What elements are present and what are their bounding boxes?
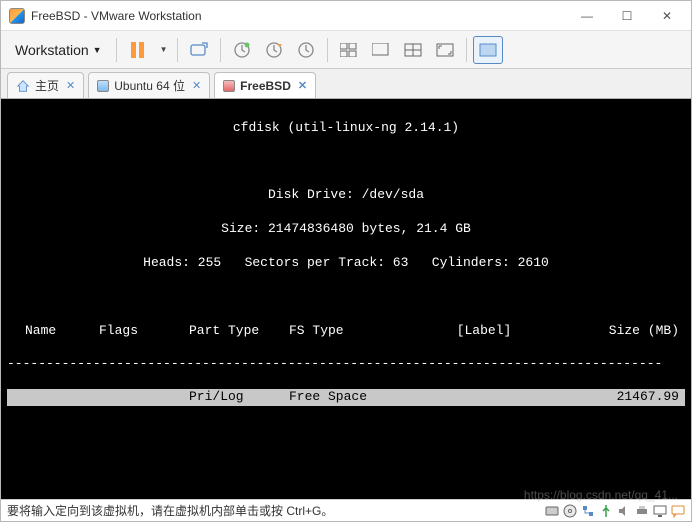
display-icon[interactable]	[653, 504, 667, 518]
titlebar: FreeBSD - VMware Workstation — ☐ ✕	[1, 1, 691, 31]
blank-line	[7, 289, 685, 306]
tab-label: 主页	[35, 77, 59, 94]
toolbar: Workstation ▼ ▼	[1, 31, 691, 69]
usb-icon[interactable]	[599, 504, 613, 518]
col-parttype: Part Type	[189, 323, 289, 340]
tabbar: 主页 ✕ Ubuntu 64 位 ✕ FreeBSD ✕	[1, 69, 691, 99]
console-icon	[372, 43, 390, 57]
view-thumbnails-button[interactable]	[334, 36, 364, 64]
message-icon[interactable]	[671, 504, 685, 518]
minimize-button[interactable]: —	[567, 2, 607, 30]
blank-line	[7, 154, 685, 171]
toolbar-separator	[177, 38, 178, 62]
network-icon[interactable]	[581, 504, 595, 518]
table-header: NameFlagsPart TypeFS Type[Label]Size (MB…	[7, 323, 685, 340]
tab-label: FreeBSD	[240, 79, 291, 93]
printer-icon[interactable]	[635, 504, 649, 518]
thumbnails-icon	[340, 43, 358, 57]
manage-snapshots-button[interactable]	[291, 36, 321, 64]
device-tray	[545, 504, 685, 518]
chevron-down-icon: ▼	[160, 45, 168, 54]
workstation-menu-label: Workstation	[15, 42, 89, 58]
workstation-menu[interactable]: Workstation ▼	[7, 38, 110, 62]
tab-ubuntu[interactable]: Ubuntu 64 位 ✕	[88, 72, 210, 98]
blank-line	[7, 491, 685, 499]
revert-snapshot-button[interactable]	[259, 36, 289, 64]
statusbar: 要将输入定向到该虚拟机，请在虚拟机内部单击或按 Ctrl+G。	[1, 499, 691, 521]
pause-icon	[131, 42, 144, 58]
snapshot-button[interactable]	[227, 36, 257, 64]
tab-close-icon[interactable]: ✕	[192, 79, 201, 92]
pause-button[interactable]	[123, 36, 153, 64]
view-console-button[interactable]	[366, 36, 396, 64]
toolbar-separator	[466, 38, 467, 62]
sound-icon[interactable]	[617, 504, 631, 518]
app-window: FreeBSD - VMware Workstation — ☐ ✕ Works…	[0, 0, 692, 522]
toolbar-separator	[220, 38, 221, 62]
power-menu-button[interactable]: ▼	[155, 36, 171, 64]
fullscreen-icon	[436, 43, 454, 57]
stretch-guest-button[interactable]	[398, 36, 428, 64]
status-message: 要将输入定向到该虚拟机，请在虚拟机内部单击或按 Ctrl+G。	[7, 502, 545, 519]
cd-icon[interactable]	[563, 504, 577, 518]
cell-parttype: Pri/Log	[189, 389, 289, 406]
chevron-down-icon: ▼	[93, 45, 102, 55]
window-controls: — ☐ ✕	[567, 2, 687, 30]
col-fstype: FS Type	[289, 323, 419, 340]
blank-line	[7, 457, 685, 474]
vm-console[interactable]: cfdisk (util-linux-ng 2.14.1) Disk Drive…	[1, 99, 691, 499]
tab-label: Ubuntu 64 位	[114, 77, 185, 94]
cfdisk-title: cfdisk (util-linux-ng 2.14.1)	[7, 120, 685, 137]
tab-freebsd[interactable]: FreeBSD ✕	[214, 72, 316, 98]
geom-line: Heads: 255 Sectors per Track: 63 Cylinde…	[7, 255, 685, 272]
size-line: Size: 21474836480 bytes, 21.4 GB	[7, 221, 685, 238]
col-size: Size (MB)	[549, 323, 683, 340]
send-keys-icon	[190, 41, 208, 59]
maximize-button[interactable]: ☐	[607, 2, 647, 30]
cell-flags	[99, 389, 189, 406]
cell-name	[9, 389, 99, 406]
home-icon	[16, 79, 30, 93]
window-title: FreeBSD - VMware Workstation	[31, 9, 567, 23]
tab-close-icon[interactable]: ✕	[298, 79, 307, 92]
col-label: [Label]	[419, 323, 549, 340]
col-flags: Flags	[99, 323, 189, 340]
close-button[interactable]: ✕	[647, 2, 687, 30]
tab-close-icon[interactable]: ✕	[66, 79, 75, 92]
unity-icon	[479, 43, 497, 57]
vm-icon	[223, 80, 235, 92]
cell-fstype: Free Space	[289, 389, 419, 406]
divider: ----------------------------------------…	[7, 356, 685, 372]
blank-line	[7, 423, 685, 440]
toolbar-separator	[327, 38, 328, 62]
app-icon	[9, 8, 25, 24]
unity-mode-button[interactable]	[473, 36, 503, 64]
tab-home[interactable]: 主页 ✕	[7, 72, 84, 98]
vm-icon	[97, 80, 109, 92]
table-row[interactable]: Pri/LogFree Space 21467.99	[7, 389, 685, 406]
drive-line: Disk Drive: /dev/sda	[7, 187, 685, 204]
col-name: Name	[9, 323, 99, 340]
cell-size: 21467.99	[549, 389, 683, 406]
send-ctrl-alt-del-button[interactable]	[184, 36, 214, 64]
hdd-icon[interactable]	[545, 504, 559, 518]
snapshot-revert-icon	[265, 41, 283, 59]
snapshot-take-icon	[233, 41, 251, 59]
cell-label	[419, 389, 549, 406]
snapshot-manager-icon	[297, 41, 315, 59]
stretch-icon	[404, 43, 422, 57]
fullscreen-button[interactable]	[430, 36, 460, 64]
toolbar-separator	[116, 38, 117, 62]
